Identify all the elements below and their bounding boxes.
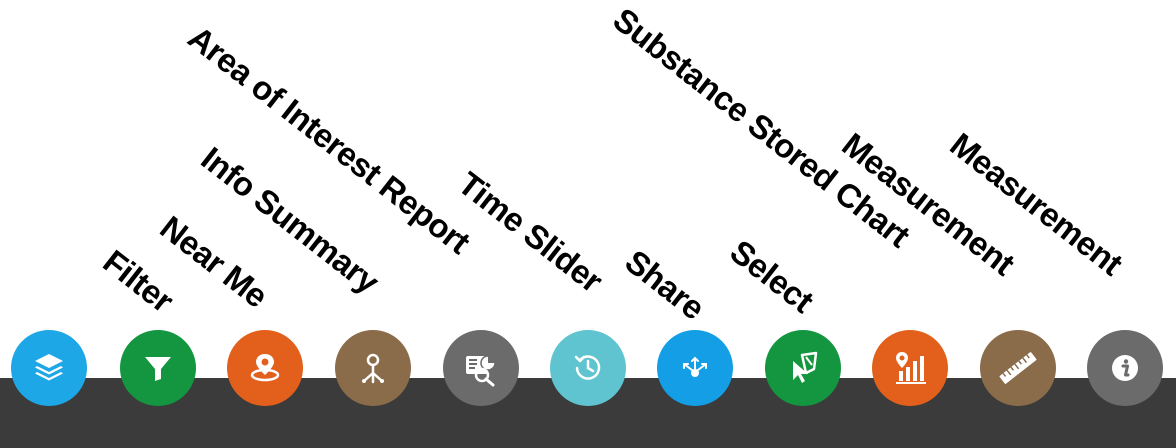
select-cursor-icon: [793, 351, 818, 383]
layers-icon: [35, 354, 63, 381]
area-of-interest-report-button[interactable]: [443, 330, 519, 406]
location-radius-icon: [250, 354, 280, 382]
share-button[interactable]: [657, 330, 733, 406]
ruler-icon: [999, 352, 1037, 384]
substance-stored-chart-button[interactable]: [872, 330, 948, 406]
label-substance-stored-chart: Substance Stored Chart: [606, 0, 917, 255]
info-summary-button[interactable]: [335, 330, 411, 406]
layers-button[interactable]: [11, 330, 87, 406]
report-search-icon: [466, 355, 496, 387]
share-icon: [683, 356, 707, 377]
label-filter: Filter: [96, 242, 181, 320]
measurement-info-button[interactable]: [1087, 330, 1163, 406]
time-slider-button[interactable]: [550, 330, 626, 406]
filter-icon: [145, 357, 171, 381]
label-select: Select: [723, 232, 821, 320]
measurement-ruler-button[interactable]: [980, 330, 1056, 406]
bar-chart-pin-icon: [896, 352, 926, 384]
near-me-button[interactable]: [227, 330, 303, 406]
select-button[interactable]: [765, 330, 841, 406]
label-area-of-interest-report: Area of Interest Report: [181, 18, 477, 261]
location-branch-icon: [362, 353, 384, 384]
history-clock-icon: [574, 355, 601, 380]
filter-button[interactable]: [120, 330, 196, 406]
info-icon: [1112, 355, 1138, 381]
label-share: Share: [618, 242, 712, 327]
